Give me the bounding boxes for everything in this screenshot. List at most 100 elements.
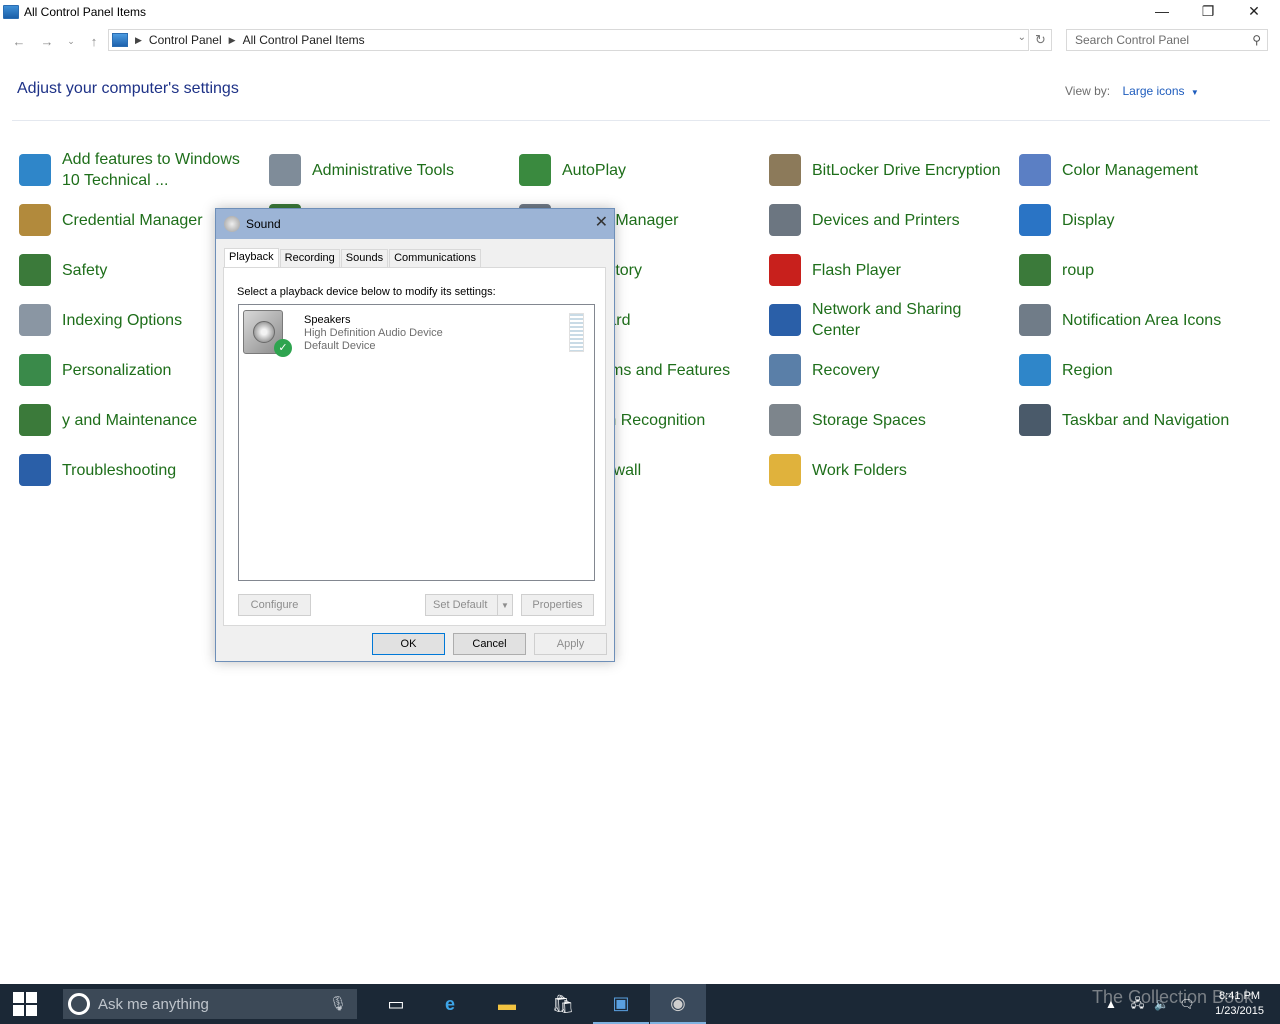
device-description: High Definition Audio Device	[304, 327, 443, 339]
microphone-icon[interactable]: 🎙	[329, 995, 347, 1012]
control-panel-item-label[interactable]: Work Folders	[812, 460, 907, 481]
control-panel-item[interactable]: Add features to Windows 10 Technical ...	[15, 146, 258, 194]
playback-device-list[interactable]: ✓ Speakers High Definition Audio Device …	[238, 304, 595, 581]
control-panel-item-label[interactable]: Taskbar and Navigation	[1062, 410, 1229, 431]
file-explorer-icon[interactable]: ▬	[479, 984, 535, 1024]
view-by-caret-icon[interactable]: ▼	[1191, 88, 1199, 97]
control-panel-item-label[interactable]: AutoPlay	[562, 160, 626, 181]
control-panel-item-label[interactable]: Devices and Printers	[812, 210, 960, 231]
show-hidden-icons-icon[interactable]: ▲	[1105, 997, 1117, 1011]
personalization-icon	[19, 354, 51, 386]
search-icon[interactable]: ⚲	[1252, 33, 1261, 47]
set-default-dropdown-icon[interactable]: ▼	[497, 595, 512, 615]
control-panel-item-label[interactable]: Personalization	[62, 360, 171, 381]
up-arrow-icon[interactable]: ↑	[84, 31, 104, 51]
tab-communications[interactable]: Communications	[389, 249, 482, 268]
maximize-button[interactable]: ❐	[1185, 0, 1231, 22]
add-features-icon	[19, 154, 51, 186]
control-panel-item-label[interactable]: Flash Player	[812, 260, 901, 281]
network-icon[interactable]: 🖧	[1131, 994, 1144, 1015]
set-default-label: Set Default	[433, 599, 488, 611]
taskbar-navigation-icon	[1019, 404, 1051, 436]
ok-button[interactable]: OK	[372, 633, 445, 655]
device-list-item[interactable]: Speakers High Definition Audio Device De…	[304, 314, 443, 353]
clock[interactable]: 8:41 PM 1/23/2015	[1215, 989, 1264, 1019]
address-bar[interactable]: ▶ Control Panel ▶ All Control Panel Item…	[108, 29, 1029, 51]
properties-button[interactable]: Properties	[521, 594, 594, 616]
control-panel-item-label[interactable]: Credential Manager	[62, 210, 203, 231]
clock-date: 1/23/2015	[1215, 1005, 1264, 1017]
control-panel-taskbar-icon[interactable]: ▣	[593, 984, 649, 1024]
clock-time: 8:41 PM	[1219, 990, 1261, 1002]
indexing-options-icon	[19, 304, 51, 336]
tab-recording[interactable]: Recording	[279, 249, 340, 268]
start-button[interactable]	[0, 984, 50, 1024]
apply-button[interactable]: Apply	[534, 633, 607, 655]
action-center-icon[interactable]: 🗨	[1179, 997, 1194, 1011]
recovery-icon	[769, 354, 801, 386]
control-panel-item-label[interactable]: BitLocker Drive Encryption	[812, 160, 1001, 181]
control-panel-item-label[interactable]: Troubleshooting	[62, 460, 176, 481]
control-panel-item[interactable]: BitLocker Drive Encryption	[765, 146, 1008, 194]
control-panel-item[interactable]: Devices and Printers	[765, 196, 1008, 244]
control-panel-item[interactable]: Work Folders	[765, 446, 1008, 494]
control-panel-item[interactable]: AutoPlay	[515, 146, 758, 194]
control-panel-item[interactable]: Region	[1015, 346, 1258, 394]
control-panel-item[interactable]: Notification Area Icons	[1015, 296, 1258, 344]
speaker-device-icon[interactable]: ✓	[243, 310, 292, 357]
breadcrumb-separator-icon[interactable]: ▶	[135, 35, 142, 46]
control-panel-item-label[interactable]: Storage Spaces	[812, 410, 926, 431]
recent-locations-chevron-icon[interactable]: ⌄	[61, 31, 81, 51]
search-input[interactable]: Search Control Panel ⚲	[1066, 29, 1268, 51]
autoplay-icon	[519, 154, 551, 186]
control-panel-item[interactable]: Storage Spaces	[765, 396, 1008, 444]
refresh-icon[interactable]: ↻	[1030, 29, 1052, 51]
control-panel-item-label[interactable]: Add features to Windows 10 Technical ...	[62, 149, 247, 191]
cancel-button[interactable]: Cancel	[453, 633, 526, 655]
tab-sounds[interactable]: Sounds	[340, 249, 389, 268]
view-by-dropdown[interactable]: Large icons	[1122, 84, 1184, 98]
control-panel-item-label[interactable]: Display	[1062, 210, 1114, 231]
control-panel-item-label[interactable]: Safety	[62, 260, 107, 281]
control-panel-item-label[interactable]: Notification Area Icons	[1062, 310, 1221, 331]
task-view-icon[interactable]: ▭	[368, 984, 424, 1024]
control-panel-item-label[interactable]: Recovery	[812, 360, 880, 381]
back-arrow-icon[interactable]: ←	[9, 31, 29, 51]
control-panel-item-label[interactable]: roup	[1062, 260, 1094, 281]
notification-area-icon	[1019, 304, 1051, 336]
volume-icon[interactable]: 🔈	[1154, 997, 1169, 1011]
breadcrumb-all-items[interactable]: All Control Panel Items	[243, 33, 365, 47]
tab-playback[interactable]: Playback	[224, 248, 279, 269]
control-panel-item[interactable]: Administrative Tools	[265, 146, 508, 194]
store-icon[interactable]: 🛍	[535, 984, 591, 1024]
control-panel-item-label[interactable]: Administrative Tools	[312, 160, 454, 181]
cortana-search-box[interactable]: Ask me anything 🎙	[63, 989, 357, 1019]
bitlocker-icon	[769, 154, 801, 186]
configure-button[interactable]: Configure	[238, 594, 311, 616]
breadcrumb-separator-icon[interactable]: ▶	[229, 35, 236, 46]
control-panel-item[interactable]: roup	[1015, 246, 1258, 294]
control-panel-item-label[interactable]: y and Maintenance	[62, 410, 197, 431]
address-dropdown-icon[interactable]: ⌄	[1018, 32, 1026, 43]
control-panel-item[interactable]: Recovery	[765, 346, 1008, 394]
control-panel-item-label[interactable]: Network and Sharing Center	[812, 299, 1008, 341]
control-panel-item[interactable]: Taskbar and Navigation	[1015, 396, 1258, 444]
control-panel-item[interactable]: Network and Sharing Center	[765, 296, 1008, 344]
control-panel-item-label[interactable]: Region	[1062, 360, 1113, 381]
control-panel-item-label[interactable]: Indexing Options	[62, 310, 182, 331]
region-icon	[1019, 354, 1051, 386]
dialog-close-button[interactable]: ✕	[595, 212, 608, 232]
control-panel-item[interactable]: Display	[1015, 196, 1258, 244]
control-panel-item[interactable]: Flash Player	[765, 246, 1008, 294]
breadcrumb-control-panel[interactable]: Control Panel	[149, 33, 222, 47]
set-default-button[interactable]: Set Default ▼	[425, 594, 513, 616]
control-panel-item-label[interactable]: Color Management	[1062, 160, 1198, 181]
close-button[interactable]: ✕	[1231, 0, 1277, 22]
control-panel-item[interactable]: Color Management	[1015, 146, 1258, 194]
minimize-button[interactable]: —	[1139, 0, 1185, 22]
internet-explorer-icon[interactable]: e	[422, 984, 478, 1024]
sound-taskbar-icon[interactable]: ◉	[650, 984, 706, 1024]
forward-arrow-icon[interactable]: →	[37, 31, 57, 51]
cortana-icon	[68, 993, 90, 1015]
admin-tools-icon	[269, 154, 301, 186]
